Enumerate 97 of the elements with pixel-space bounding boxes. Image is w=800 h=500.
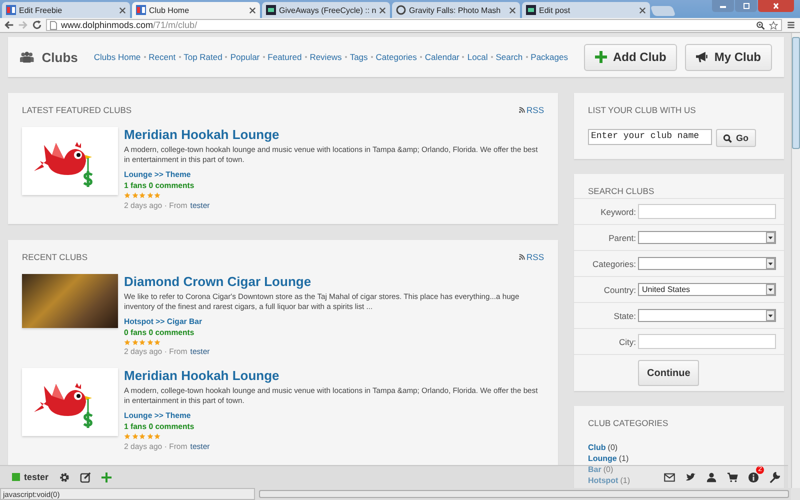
star-icon[interactable] <box>769 20 778 30</box>
plus-icon[interactable] <box>100 472 112 482</box>
my-club-button[interactable]: My Club <box>685 44 772 70</box>
browser-tab[interactable]: Club Home <box>132 2 260 18</box>
favicon-icon <box>396 5 406 15</box>
edit-icon[interactable] <box>80 472 91 482</box>
page-icon <box>50 20 57 30</box>
nav-link[interactable]: Clubs Home <box>94 52 141 62</box>
browser-tab[interactable]: Gravity Falls: Photo Mash <box>392 2 520 18</box>
section-title: Clubs <box>42 50 78 64</box>
close-icon[interactable] <box>379 6 386 14</box>
reload-icon[interactable] <box>32 20 42 30</box>
nav-link[interactable]: Reviews <box>310 52 342 62</box>
browser-tab[interactable]: Edit Freebie <box>2 2 130 18</box>
dropdown[interactable] <box>638 309 776 322</box>
favicon-icon <box>266 5 276 15</box>
nav-link[interactable]: Tags <box>350 52 368 62</box>
rss-link[interactable]: RSS <box>518 252 544 262</box>
maximize-icon <box>741 3 751 9</box>
nav-link[interactable]: Recent <box>148 52 176 62</box>
nav-link[interactable]: Search <box>496 52 523 62</box>
close-icon[interactable] <box>119 6 126 14</box>
menu-icon[interactable] <box>786 20 796 30</box>
favicon-icon <box>136 5 146 15</box>
go-button[interactable]: Go <box>716 129 756 147</box>
back-icon[interactable] <box>4 20 14 30</box>
close-icon[interactable] <box>639 6 646 14</box>
nav-link[interactable]: Top Rated <box>184 52 222 62</box>
club-logo[interactable] <box>22 127 118 195</box>
megaphone-icon <box>696 51 708 63</box>
browser-tab[interactable]: GiveAways (FreeCycle) :: n <box>262 2 390 18</box>
nav-link[interactable]: Popular <box>230 52 260 62</box>
field-label: Parent: <box>608 232 636 242</box>
text-field[interactable] <box>638 334 776 349</box>
continue-button[interactable]: Continue <box>638 360 700 386</box>
search-icon <box>723 134 732 142</box>
field-label: Keyword: <box>600 206 636 216</box>
category-link[interactable]: Bar <box>588 464 602 475</box>
category-link[interactable]: Lounge <box>588 453 617 464</box>
close-icon[interactable] <box>249 6 256 14</box>
close-icon <box>771 3 781 9</box>
horizontal-scrollbar[interactable] <box>259 490 789 498</box>
nav-link[interactable]: Local <box>467 52 488 62</box>
favicon-icon <box>526 5 536 15</box>
panel-heading: RECENT CLUBS <box>22 252 88 262</box>
nav-link[interactable]: Packages <box>530 52 568 62</box>
minimize-button[interactable] <box>712 0 734 12</box>
club-title-link[interactable]: Meridian Hookah Lounge <box>124 368 280 383</box>
add-club-button[interactable]: Add Club <box>584 44 678 70</box>
username[interactable]: tester <box>24 472 49 482</box>
panel-heading: SEARCH CLUBS <box>587 186 656 196</box>
panel-heading: LIST YOUR CLUB WITH US <box>588 105 697 115</box>
field-label: City: <box>618 336 636 346</box>
club-logo[interactable] <box>22 368 118 436</box>
panel-heading: CLUB CATEGORIES <box>588 418 670 428</box>
club-title-link[interactable]: Diamond Crown Cigar Lounge <box>124 274 312 288</box>
nav-link[interactable]: Categories <box>376 52 417 62</box>
text-field[interactable] <box>638 204 776 219</box>
user-icon[interactable] <box>706 472 717 482</box>
close-window-button[interactable] <box>758 0 794 12</box>
club-name-field[interactable]: Enter your club name <box>588 129 712 145</box>
field-label: State: <box>612 310 636 320</box>
favicon-icon <box>6 5 16 15</box>
address-field[interactable]: www.dolphinmods.com/71/m/club/ <box>46 19 782 31</box>
category-count: (0) <box>608 442 618 453</box>
field-label: Country: <box>602 284 636 294</box>
category-count: (1) <box>620 475 630 486</box>
wrench-icon[interactable] <box>769 472 780 482</box>
field-label: Categories: <box>592 258 636 268</box>
bird-icon[interactable] <box>685 472 696 482</box>
rss-icon <box>518 254 525 260</box>
dropdown[interactable]: United States <box>638 283 776 296</box>
nav-link[interactable]: Calendar <box>424 52 460 62</box>
category-link[interactable]: Hotspot <box>588 475 618 486</box>
dropdown[interactable] <box>638 257 776 270</box>
category-link[interactable]: Club <box>588 442 606 453</box>
maximize-button[interactable] <box>735 0 757 12</box>
mail-icon[interactable] <box>664 472 675 482</box>
browser-tab[interactable]: Edit post <box>522 2 650 18</box>
category-count: (0) <box>603 464 614 475</box>
plus-icon <box>595 51 607 63</box>
nav-link[interactable]: Featured <box>268 52 302 62</box>
rss-icon <box>518 107 525 113</box>
settings-icon[interactable] <box>58 472 70 482</box>
minimize-icon <box>718 3 728 9</box>
zoom-icon[interactable] <box>756 20 765 30</box>
panel-heading: LATEST FEATURED CLUBS <box>22 105 132 115</box>
vertical-scrollbar[interactable] <box>791 33 800 488</box>
status-square-icon <box>12 473 20 481</box>
close-icon[interactable] <box>509 6 516 14</box>
info-icon[interactable] <box>748 472 759 482</box>
dropdown[interactable] <box>638 231 776 244</box>
cart-icon[interactable] <box>727 472 738 482</box>
photo-placeholder[interactable] <box>22 274 118 328</box>
rss-link[interactable]: RSS <box>518 105 544 115</box>
category-count: (1) <box>618 453 629 464</box>
club-title-link[interactable]: Meridian Hookah Lounge <box>124 127 280 142</box>
